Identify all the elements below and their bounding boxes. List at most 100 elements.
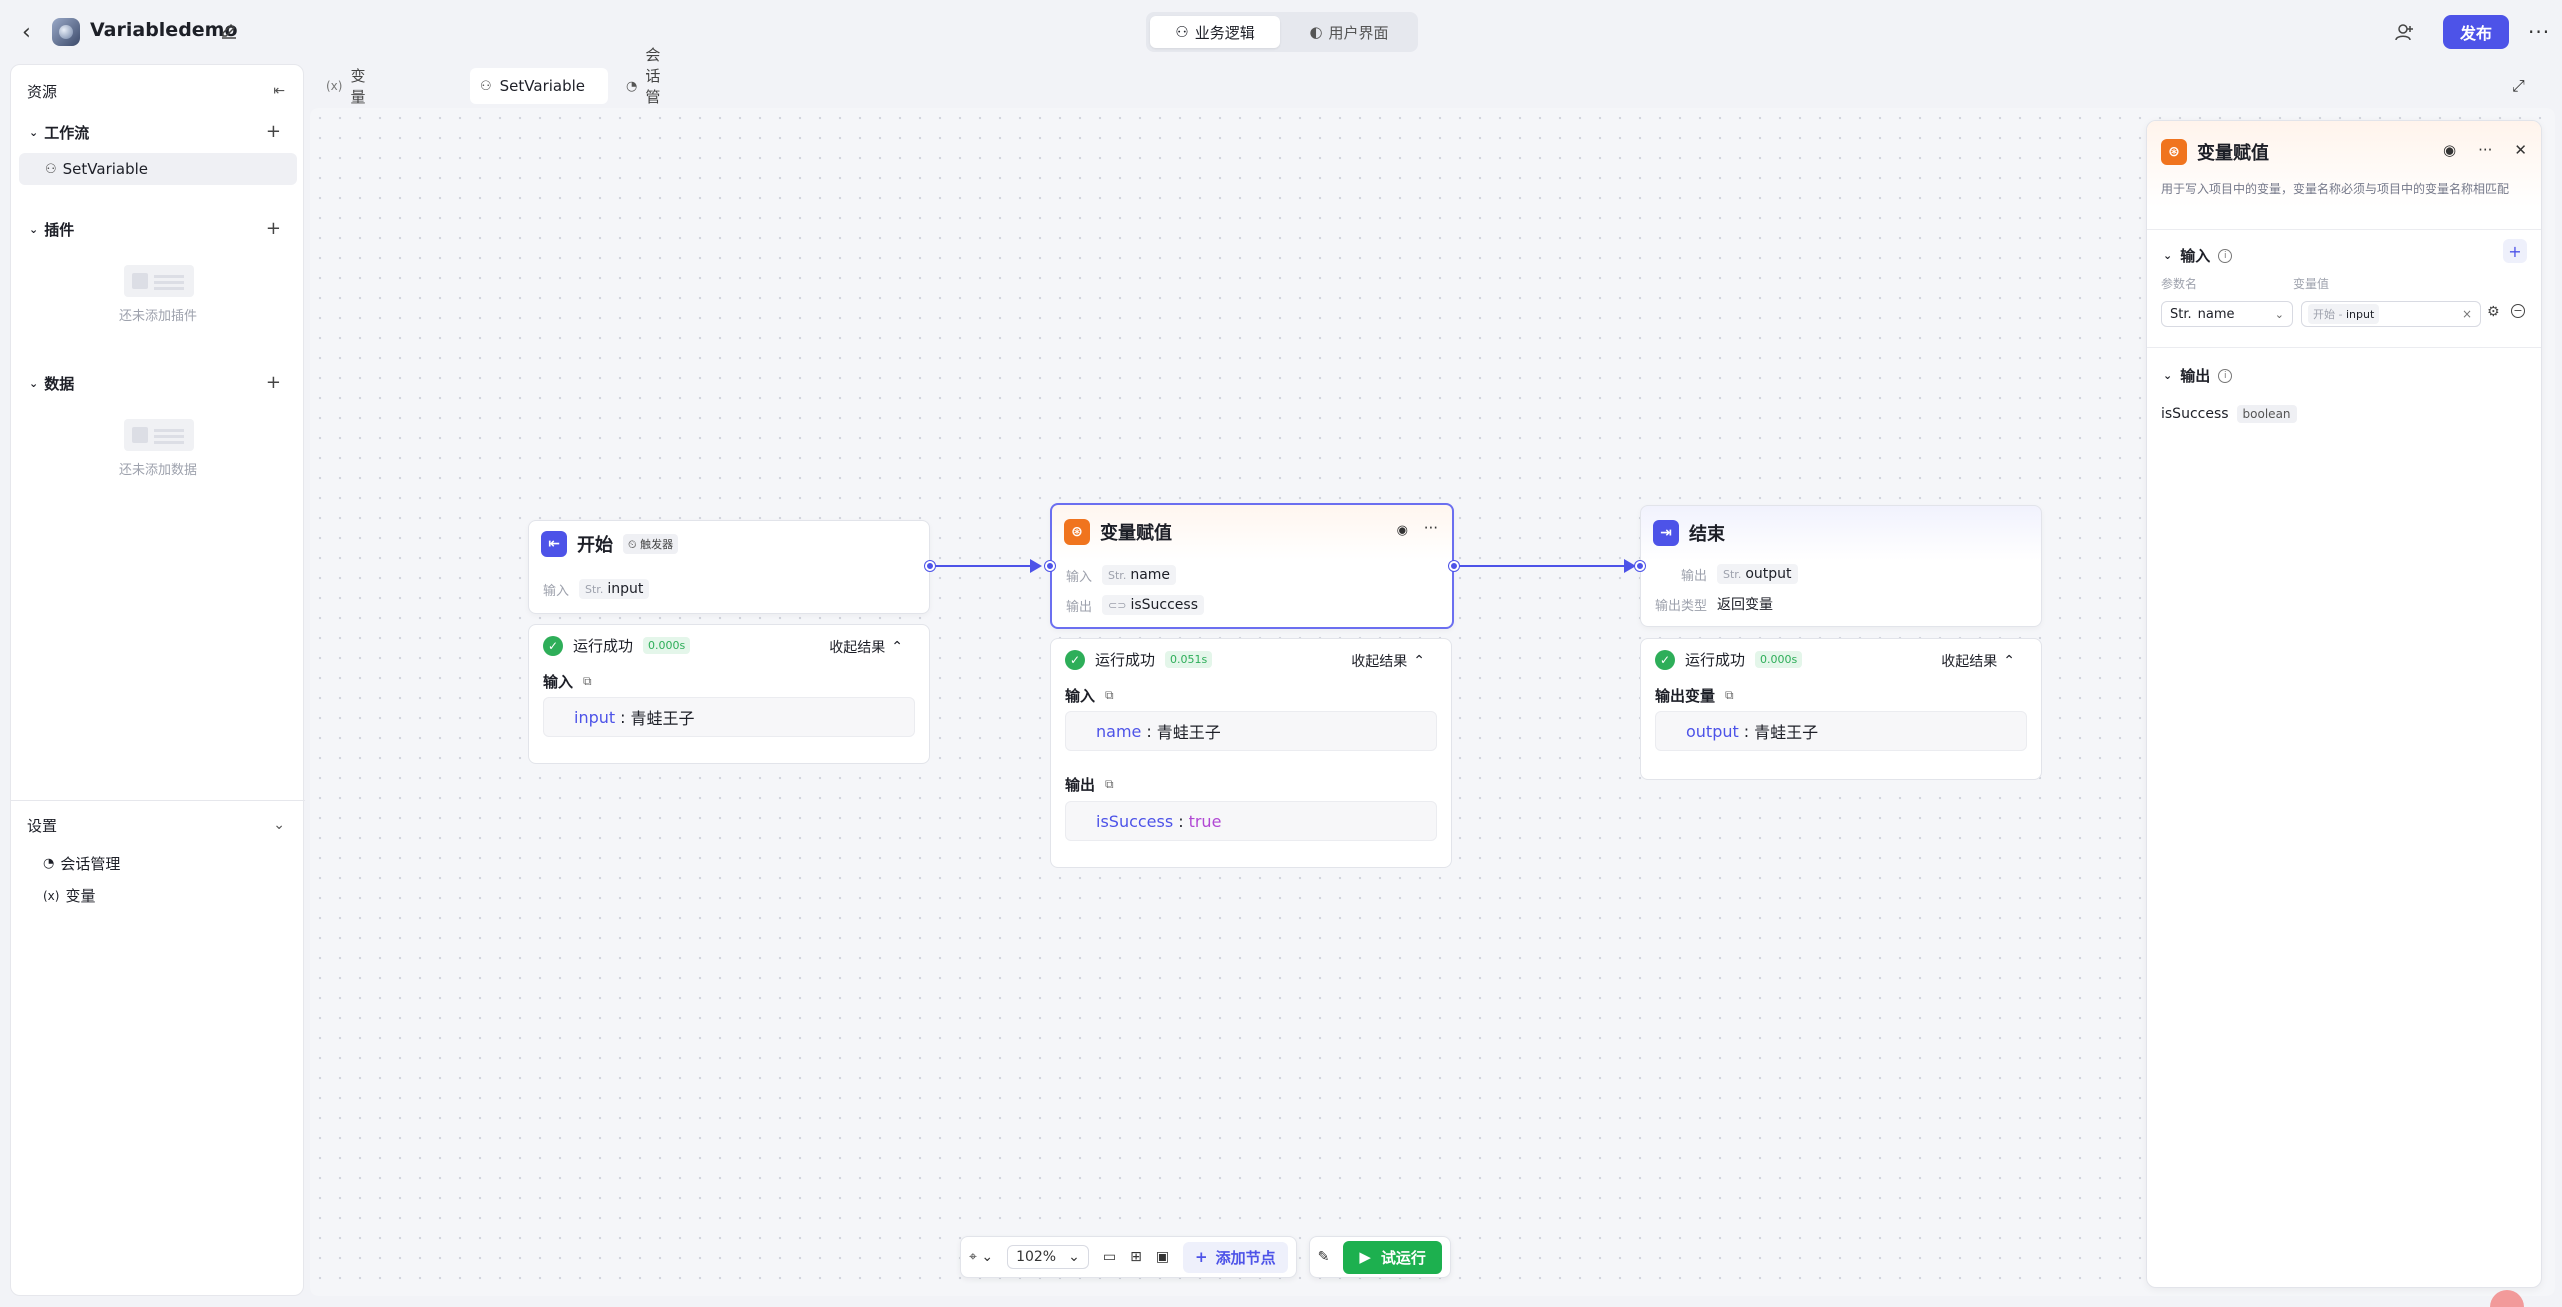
start-input-chip: Str. input bbox=[579, 579, 650, 599]
section-label: 输入 bbox=[1065, 687, 1096, 705]
add-data-icon[interactable]: + bbox=[266, 372, 281, 393]
assign-node-title: 变量赋值 bbox=[1100, 523, 1172, 544]
collapse-sidebar-icon[interactable]: ⇤ bbox=[273, 83, 285, 99]
param-name-select[interactable]: Str. name ⌄ bbox=[2161, 301, 2293, 327]
run-node-icon[interactable]: ◉ bbox=[2443, 141, 2456, 159]
assign-variable-icon: ⊛ bbox=[1064, 519, 1090, 545]
sidebar-item-setvariable[interactable]: ⚇ SetVariable bbox=[19, 153, 297, 185]
result-input-section: 输入 ⧉ bbox=[1065, 685, 1114, 706]
var-name: name bbox=[1130, 567, 1171, 583]
end-node[interactable]: ⇥ 结束 输出 Str. output 输出类型 返回变量 bbox=[1640, 505, 2042, 627]
run-node-icon[interactable]: ◉ bbox=[1397, 523, 1408, 538]
chevron-down-icon: ⌄ bbox=[29, 377, 39, 390]
more-icon[interactable]: ··· bbox=[2528, 20, 2550, 44]
row-label: 输入 bbox=[543, 583, 570, 599]
param-value-header: 变量值 bbox=[2293, 277, 2330, 291]
workflow-section-label: 工作流 bbox=[44, 124, 90, 142]
gear-icon[interactable]: ⚙ bbox=[2487, 304, 2500, 320]
fullscreen-icon[interactable]: ⤢ bbox=[2512, 76, 2525, 96]
section-label: 输出变量 bbox=[1655, 687, 1716, 705]
result-input-box: name: 青蛙王子 bbox=[1065, 711, 1437, 751]
param-value-reference[interactable]: 开始 - input × bbox=[2301, 301, 2481, 327]
result-output-box: isSuccess: true bbox=[1065, 801, 1437, 841]
add-node-button[interactable]: + 添加节点 bbox=[1183, 1241, 1288, 1273]
close-icon[interactable]: ✕ bbox=[2514, 141, 2527, 159]
start-node[interactable]: ⇤ 开始 ⏲ 触发器 输入 Str. input bbox=[528, 520, 930, 614]
data-section-toggle[interactable]: ⌄ 数据 bbox=[29, 373, 74, 394]
collaborators-icon[interactable] bbox=[2394, 22, 2416, 42]
info-icon[interactable]: i bbox=[2218, 368, 2233, 383]
sidebar-item-sessions[interactable]: ◔ 会话管理 bbox=[43, 853, 120, 874]
more-icon[interactable]: ··· bbox=[1424, 519, 1438, 537]
check-circle-icon: ✓ bbox=[543, 635, 563, 656]
plugins-section-toggle[interactable]: ⌄ 插件 bbox=[29, 219, 74, 240]
trigger-badge-label: 触发器 bbox=[640, 538, 674, 551]
publish-button[interactable]: 发布 bbox=[2443, 15, 2509, 49]
collapse-result-button[interactable]: 收起结果 ⌃ bbox=[829, 637, 903, 657]
end-output-chip: Str. output bbox=[1717, 564, 1798, 584]
panel-title-text: 变量赋值 bbox=[2197, 143, 2269, 164]
back-icon[interactable]: ‹ bbox=[22, 20, 42, 45]
palette-icon: ◐ bbox=[1309, 23, 1323, 41]
assign-input-port[interactable] bbox=[1045, 561, 1055, 571]
add-workflow-icon[interactable]: + bbox=[266, 121, 281, 142]
result-status: 运行成功 bbox=[1685, 651, 1746, 669]
copy-icon[interactable]: ⧉ bbox=[1105, 688, 1114, 703]
tab-label: 变量 bbox=[350, 67, 366, 106]
collapse-label: 收起结果 bbox=[1351, 654, 1408, 670]
trigger-badge: ⏲ 触发器 bbox=[623, 534, 679, 554]
more-icon[interactable]: ··· bbox=[2478, 141, 2492, 159]
copy-icon[interactable]: ⧉ bbox=[583, 674, 592, 689]
add-node-label: 添加节点 bbox=[1215, 1248, 1276, 1267]
collapse-result-button[interactable]: 收起结果 ⌃ bbox=[1941, 651, 2015, 671]
tab-variables[interactable]: (x) 变量 bbox=[316, 67, 375, 106]
type-label: Str. bbox=[1723, 567, 1742, 581]
result-header: ✓ 运行成功 0.000s bbox=[543, 635, 691, 656]
user-interface-tab[interactable]: ◐ 用户界面 bbox=[1284, 16, 1414, 48]
clear-icon[interactable]: × bbox=[2462, 307, 2472, 321]
tab-sessions[interactable]: ◔ 会话管理 bbox=[616, 46, 670, 127]
end-output-row: 输出 Str. output bbox=[1681, 564, 1798, 584]
section-label: 输入 bbox=[543, 673, 574, 691]
variable-icon: (x) bbox=[326, 79, 343, 93]
mouse-mode-icon[interactable]: ⌖ ⌄ bbox=[969, 1249, 993, 1265]
test-run-button[interactable]: ▶ 试运行 bbox=[1343, 1240, 1442, 1274]
minimap-icon[interactable]: ▣ bbox=[1156, 1249, 1169, 1265]
assign-node[interactable]: ⊛ 变量赋值 ◉ ··· 输入 Str. name 输出 ⊂⊃ isSuccess bbox=[1050, 503, 1454, 629]
result-header: ✓ 运行成功 0.051s bbox=[1065, 649, 1213, 670]
result-status: 运行成功 bbox=[573, 637, 634, 655]
comment-icon[interactable]: ▭ bbox=[1103, 1249, 1116, 1265]
copy-icon[interactable]: ⧉ bbox=[1105, 777, 1114, 792]
remove-icon[interactable]: − bbox=[2511, 304, 2525, 318]
end-input-port[interactable] bbox=[1635, 561, 1645, 571]
sidebar-item-variables[interactable]: (x) 变量 bbox=[43, 885, 95, 906]
output-variable: isSuccess boolean bbox=[2161, 405, 2297, 423]
result-key: input bbox=[574, 707, 616, 727]
input-section-toggle[interactable]: ⌄ 输入 i bbox=[2163, 245, 2233, 266]
zoom-select[interactable]: 102% ⌄ bbox=[1007, 1245, 1089, 1269]
workflow-section-toggle[interactable]: ⌄ 工作流 bbox=[29, 122, 89, 143]
business-logic-tab[interactable]: ⚇ 业务逻辑 bbox=[1150, 16, 1280, 48]
chat-icon: ◔ bbox=[43, 856, 55, 871]
collapse-result-button[interactable]: 收起结果 ⌃ bbox=[1351, 651, 1425, 671]
result-time-badge: 0.000s bbox=[1755, 651, 1803, 668]
chevron-down-icon[interactable]: ⌄ bbox=[273, 817, 285, 833]
sidebar-item-label: 会话管理 bbox=[60, 855, 121, 873]
assign-output-row: 输出 ⊂⊃ isSuccess bbox=[1066, 595, 1204, 615]
empty-data-illustration bbox=[124, 419, 194, 451]
output-section-toggle[interactable]: ⌄ 输出 i bbox=[2163, 365, 2233, 386]
tab-setvariable[interactable]: ⚇ SetVariable bbox=[470, 68, 608, 104]
result-value-box: output: 青蛙王子 bbox=[1655, 711, 2027, 751]
assign-output-port[interactable] bbox=[1449, 561, 1459, 571]
add-plugin-icon[interactable]: + bbox=[266, 218, 281, 239]
debug-icon[interactable]: ✎ bbox=[1318, 1249, 1330, 1265]
top-bar: ‹ Variabledemo ⚇ 业务逻辑 ◐ 用户界面 发布 ··· bbox=[0, 0, 2562, 64]
result-value: 青蛙王子 bbox=[1156, 723, 1221, 742]
copy-icon[interactable]: ⧉ bbox=[1725, 688, 1734, 703]
edit-icon[interactable] bbox=[220, 22, 238, 40]
panel-actions: ◉ ··· ✕ bbox=[2443, 141, 2527, 159]
auto-layout-icon[interactable]: ⊞ bbox=[1130, 1249, 1142, 1265]
start-output-port[interactable] bbox=[925, 561, 935, 571]
add-input-button[interactable]: + bbox=[2503, 239, 2527, 263]
info-icon[interactable]: i bbox=[2218, 248, 2233, 263]
